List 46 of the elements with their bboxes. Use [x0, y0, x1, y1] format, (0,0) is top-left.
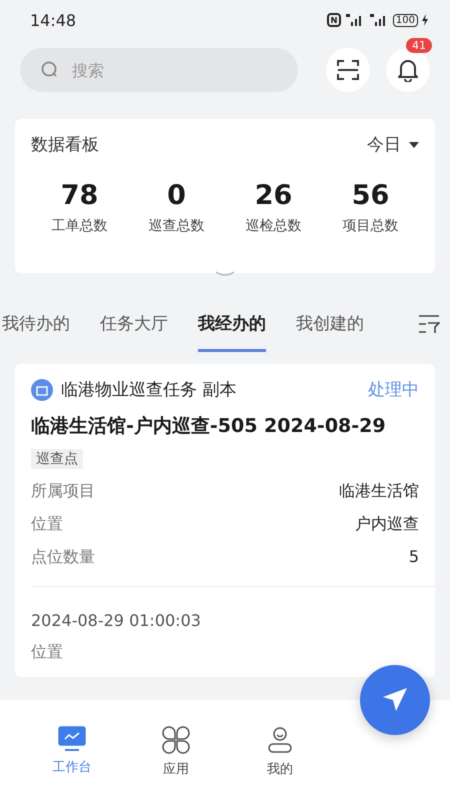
nav-item[interactable]: 工作台 — [20, 700, 124, 800]
task-card[interactable]: 临港物业巡查任务 副本 处理中 临港生活馆-户内巡查-505 2024-08-29 巡查点 所属项目 临港生活馆 位置 户内巡查 点位数量 5 2024-08-29 01:00:03 位置 — [15, 364, 435, 677]
field-label: 位置 — [31, 514, 63, 535]
field-value: 临港生活馆 — [339, 481, 419, 502]
task-source: 临港物业巡查任务 副本 — [61, 379, 238, 401]
stat-value: 0 — [167, 180, 186, 211]
apps-icon — [162, 726, 190, 754]
charging-icon — [422, 14, 428, 26]
notification-badge: 41 — [406, 38, 432, 53]
stat-label: 工单总数 — [52, 217, 108, 235]
scan-button[interactable] — [326, 48, 370, 92]
tab[interactable]: 我经办的 — [198, 312, 266, 352]
tab[interactable]: 我待办的 — [2, 312, 70, 352]
status-time: 14:48 — [30, 10, 76, 30]
caret-icon — [409, 142, 419, 148]
task-status: 处理中 — [368, 379, 419, 401]
user-icon — [266, 726, 294, 754]
stat-label: 巡检总数 — [246, 217, 302, 235]
chart-icon — [58, 726, 86, 752]
field-label: 点位数量 — [31, 547, 95, 568]
search-field[interactable]: 搜索 — [20, 48, 298, 92]
stat-value: 26 — [254, 180, 292, 211]
tab[interactable]: 我创建的 — [296, 312, 364, 352]
period-dropdown[interactable]: 今日 — [367, 133, 419, 156]
stat-label: 项目总数 — [342, 217, 398, 235]
task-tag: 巡查点 — [31, 449, 83, 469]
dashboard-title: 数据看板 — [31, 134, 99, 156]
field-label: 位置 — [31, 642, 63, 663]
field-value: 户内巡查 — [355, 514, 419, 535]
building-icon — [31, 378, 53, 400]
stat-value: 78 — [60, 180, 98, 211]
stat-label: 巡查总数 — [148, 217, 204, 235]
field-value: 5 — [408, 547, 419, 568]
task-title: 临港生活馆-户内巡查-505 2024-08-29 — [31, 414, 387, 439]
nav-item[interactable]: 我的 — [228, 700, 332, 800]
field-label: 所属项目 — [31, 481, 95, 502]
bell-icon — [397, 58, 419, 82]
notification-button[interactable] — [386, 48, 430, 92]
nav-item[interactable]: 应用 — [124, 700, 228, 800]
nfc-icon — [326, 13, 341, 27]
scan-icon — [336, 59, 360, 81]
record-time: 2024-08-29 01:00:03 — [31, 611, 202, 630]
tab[interactable]: 任务大厅 — [100, 312, 168, 352]
stat-value: 56 — [352, 180, 390, 211]
filter-icon[interactable] — [418, 314, 440, 334]
battery-level: 100 — [392, 14, 418, 26]
